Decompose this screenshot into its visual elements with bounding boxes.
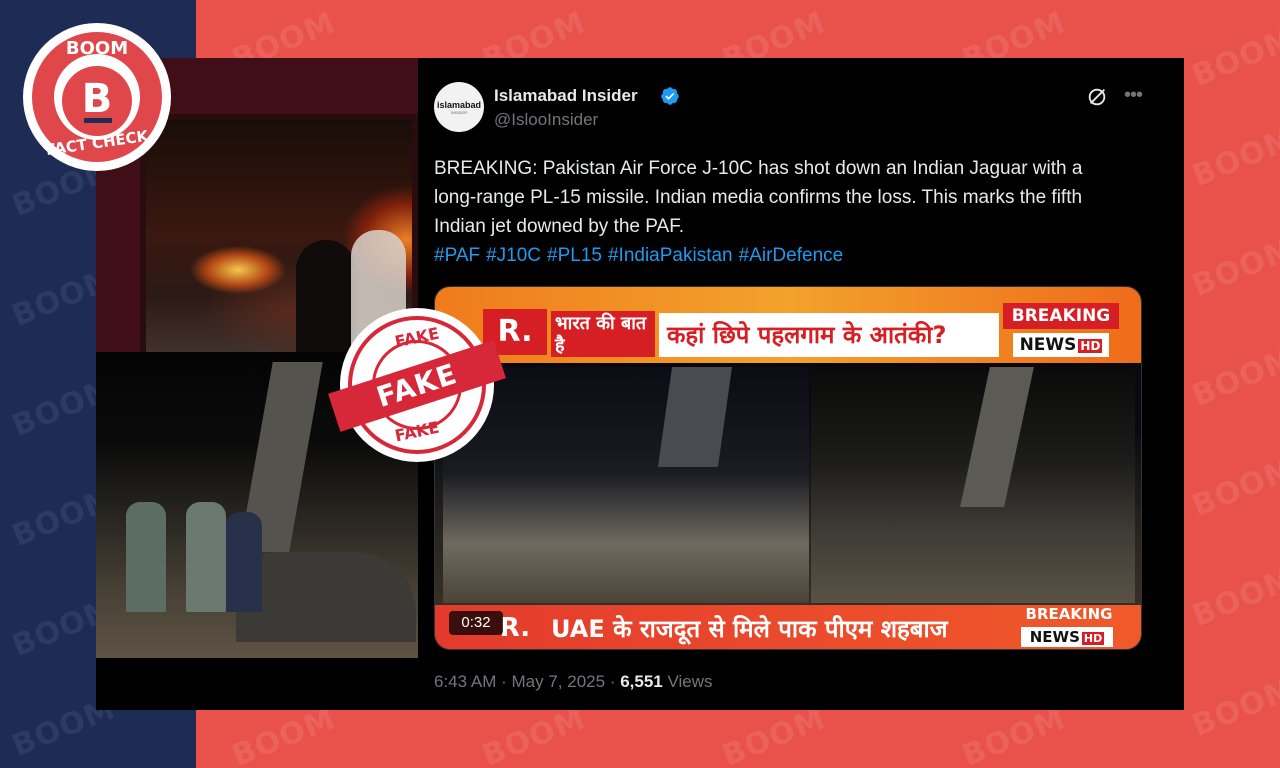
soldier-figure xyxy=(226,512,262,612)
fake-stamp: FAKE FAKE FAKE xyxy=(328,310,506,460)
tweet-date[interactable]: May 7, 2025 xyxy=(512,672,606,691)
headline-bottom: UAE के राजदूत से मिले पाक पीएम शहबाज xyxy=(551,615,948,643)
breaking-label-top: BREAKING xyxy=(1003,303,1119,329)
news-hd-label-top: NEWS HD xyxy=(1013,333,1109,357)
hashtag-link[interactable]: #AirDefence xyxy=(739,245,844,266)
hashtag-list: #PAF #J10C #PL15 #IndiaPakistan #AirDefence xyxy=(434,241,1124,270)
news-label: NEWS xyxy=(1019,335,1077,355)
tweet-card: islamabad INSIDER Islamabad Insider @Isl… xyxy=(434,82,1164,702)
news-hd-label-bottom: NEWS HD xyxy=(1021,627,1113,647)
hashtag-link[interactable]: #IndiaPakistan xyxy=(608,245,733,266)
separator-dot: · xyxy=(609,672,616,691)
logo-text-top: BOOM xyxy=(65,38,129,59)
news-label: NEWS xyxy=(1029,628,1080,646)
video-frame-left xyxy=(443,367,809,603)
hashtag-link[interactable]: #PL15 xyxy=(547,245,602,266)
grok-icon[interactable] xyxy=(1086,86,1108,108)
embedded-video-player[interactable]: R. भारत की बात है कहां छिपे पहलगाम के आत… xyxy=(434,286,1142,650)
logo-letter: B xyxy=(62,66,132,136)
display-name[interactable]: Islamabad Insider xyxy=(494,86,638,106)
tweet-metadata: 6:43 AM · May 7, 2025 · 6,551 Views xyxy=(434,672,713,692)
logo-underline xyxy=(84,118,112,123)
debris-pile xyxy=(236,552,416,642)
hashtag-link[interactable]: #J10C xyxy=(486,245,541,266)
video-duration-badge: 0:32 xyxy=(449,611,503,635)
soldier-figure xyxy=(186,502,226,612)
avatar-subtext: INSIDER xyxy=(450,109,468,115)
breaking-label-bottom: BREAKING xyxy=(1025,605,1113,623)
tweet-time[interactable]: 6:43 AM xyxy=(434,672,496,691)
show-name-label: भारत की बात है xyxy=(551,311,655,357)
views-count: 6,551 xyxy=(620,672,663,691)
hd-label: HD xyxy=(1081,632,1105,645)
headline-top: कहां छिपे पहलगाम के आतंकी? xyxy=(659,313,999,357)
avatar-wordmark: islamabad xyxy=(436,99,482,110)
hashtag-link[interactable]: #PAF xyxy=(434,245,480,266)
more-options-icon[interactable]: ••• xyxy=(1124,84,1143,107)
soldier-figure xyxy=(126,502,166,612)
collage-card: islamabad INSIDER Islamabad Insider @Isl… xyxy=(96,58,1184,710)
separator-dot: · xyxy=(501,672,507,691)
profile-avatar[interactable]: islamabad INSIDER xyxy=(434,82,484,132)
user-handle[interactable]: @IslooInsider xyxy=(494,110,598,130)
verified-badge-icon xyxy=(661,87,679,105)
hd-label: HD xyxy=(1078,339,1103,353)
views-label: Views xyxy=(667,672,713,691)
boom-fact-check-logo: B BOOM FACT CHECK xyxy=(26,26,168,168)
tweet-body-text: BREAKING: Pakistan Air Force J-10C has s… xyxy=(434,158,1083,237)
